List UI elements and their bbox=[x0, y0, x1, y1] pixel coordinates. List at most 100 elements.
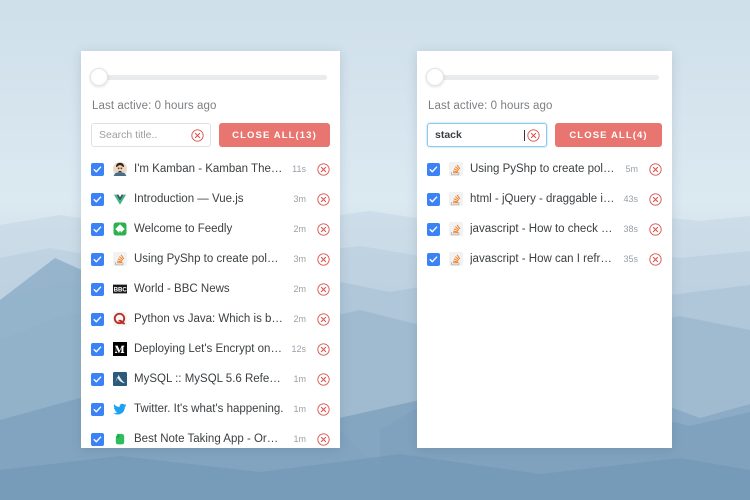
tab-time: 1m bbox=[293, 404, 306, 414]
tab-time: 43s bbox=[623, 194, 638, 204]
tab-row[interactable]: Using PyShp to create polygon s… 5m bbox=[427, 154, 662, 184]
vuejs-icon bbox=[113, 192, 127, 206]
tab-row[interactable]: javascript - How can I refresh a p…35s bbox=[427, 244, 662, 274]
tab-row[interactable]: html - jQuery - draggable images…43s bbox=[427, 184, 662, 214]
close-tab-icon[interactable] bbox=[317, 312, 330, 326]
tab-row[interactable]: Deploying Let's Encrypt on an A…12s bbox=[91, 334, 330, 364]
search-box-right[interactable]: stack bbox=[427, 123, 547, 147]
tab-time: 2m bbox=[293, 314, 306, 324]
clear-search-icon[interactable] bbox=[527, 128, 540, 142]
slider-handle[interactable] bbox=[90, 68, 108, 86]
tab-checkbox[interactable] bbox=[91, 432, 104, 446]
evernote-icon bbox=[113, 432, 127, 446]
tab-title[interactable]: Welcome to Feedly bbox=[134, 223, 289, 235]
tab-checkbox[interactable] bbox=[91, 162, 104, 176]
tab-title[interactable]: Introduction — Vue.js bbox=[134, 193, 289, 205]
tab-time: 2m bbox=[293, 224, 306, 234]
tab-checkbox[interactable] bbox=[427, 162, 440, 176]
tab-row[interactable]: Using PyShp to create polygon s… 3m bbox=[91, 244, 330, 274]
tab-title[interactable]: Deploying Let's Encrypt on an A… bbox=[134, 343, 289, 355]
tab-title[interactable]: Using PyShp to create polygon s… bbox=[134, 253, 289, 265]
tab-checkbox[interactable] bbox=[427, 192, 440, 206]
stackoverflow-icon bbox=[113, 252, 127, 266]
tab-title[interactable]: html - jQuery - draggable images… bbox=[470, 193, 621, 205]
tab-manager-panel-right: Last active: 0 hours ago stack CLOSE ALL… bbox=[417, 51, 672, 448]
search-box-left[interactable]: Search title.. bbox=[91, 123, 211, 147]
tab-row[interactable]: MySQL :: MySQL 5.6 Reference … 1m bbox=[91, 364, 330, 394]
tab-row[interactable]: Best Note Taking App - Organize… 1m bbox=[91, 424, 330, 448]
close-tab-icon[interactable] bbox=[317, 222, 330, 236]
close-tab-icon[interactable] bbox=[317, 342, 330, 356]
tab-checkbox[interactable] bbox=[91, 192, 104, 206]
close-tab-icon[interactable] bbox=[649, 192, 662, 206]
tab-checkbox[interactable] bbox=[91, 402, 104, 416]
controls-row-right: stack CLOSE ALL(4) bbox=[426, 112, 663, 147]
slider-track bbox=[432, 74, 659, 80]
tab-list-left[interactable]: I'm Kamban - Kamban The Maker 11s Introduc… bbox=[90, 154, 331, 448]
tab-checkbox[interactable] bbox=[91, 282, 104, 296]
close-tab-icon[interactable] bbox=[317, 402, 330, 416]
tab-time: 1m bbox=[293, 434, 306, 444]
slider-track bbox=[96, 74, 327, 80]
tab-manager-panel-left: Last active: 0 hours ago Search title.. … bbox=[81, 51, 340, 448]
time-slider-right[interactable] bbox=[426, 68, 663, 86]
tab-row[interactable]: javascript - How to check wheth…38s bbox=[427, 214, 662, 244]
tab-list-right[interactable]: Using PyShp to create polygon s… 5m html -… bbox=[426, 154, 663, 448]
tab-checkbox[interactable] bbox=[427, 222, 440, 236]
svg-text:BBC: BBC bbox=[114, 286, 127, 293]
close-tab-icon[interactable] bbox=[317, 252, 330, 266]
tab-row[interactable]: Welcome to Feedly 2m bbox=[91, 214, 330, 244]
slider-row-left bbox=[90, 51, 331, 91]
tab-row[interactable]: Twitter. It's what's happening. 1m bbox=[91, 394, 330, 424]
slider-row-right bbox=[426, 51, 663, 91]
tab-time: 38s bbox=[623, 224, 638, 234]
close-all-button-right[interactable]: CLOSE ALL(4) bbox=[555, 123, 662, 147]
tab-title[interactable]: javascript - How to check wheth… bbox=[470, 223, 621, 235]
close-tab-icon[interactable] bbox=[649, 222, 662, 236]
medium-icon bbox=[113, 342, 127, 356]
quora-icon bbox=[113, 312, 127, 326]
tab-title[interactable]: javascript - How can I refresh a p… bbox=[470, 253, 621, 265]
tab-title[interactable]: Twitter. It's what's happening. bbox=[134, 403, 289, 415]
tab-row[interactable]: Python vs Java: Which is best? … 2m bbox=[91, 304, 330, 334]
close-tab-icon[interactable] bbox=[317, 432, 330, 446]
close-tab-icon[interactable] bbox=[317, 192, 330, 206]
tab-checkbox[interactable] bbox=[91, 342, 104, 356]
close-tab-icon[interactable] bbox=[649, 162, 662, 176]
tab-checkbox[interactable] bbox=[91, 252, 104, 266]
close-tab-icon[interactable] bbox=[317, 282, 330, 296]
tab-title[interactable]: I'm Kamban - Kamban The Maker bbox=[134, 163, 289, 175]
tab-title[interactable]: Best Note Taking App - Organize… bbox=[134, 433, 289, 445]
tab-checkbox[interactable] bbox=[91, 312, 104, 326]
search-input-right[interactable]: stack bbox=[428, 129, 524, 141]
tab-time: 3m bbox=[293, 194, 306, 204]
tab-checkbox[interactable] bbox=[427, 252, 440, 266]
clear-search-icon[interactable] bbox=[191, 128, 204, 142]
tab-row[interactable]: BBC World - BBC News 2m bbox=[91, 274, 330, 304]
last-active-label: Last active: 0 hours ago bbox=[428, 100, 553, 112]
slider-handle[interactable] bbox=[426, 68, 444, 86]
tab-time: 11s bbox=[292, 164, 306, 174]
tab-title[interactable]: Python vs Java: Which is best? … bbox=[134, 313, 289, 325]
close-tab-icon[interactable] bbox=[317, 162, 330, 176]
mysql-icon bbox=[113, 372, 127, 386]
avatar-icon bbox=[113, 162, 127, 176]
tab-checkbox[interactable] bbox=[91, 372, 104, 386]
tab-row[interactable]: I'm Kamban - Kamban The Maker 11s bbox=[91, 154, 330, 184]
tab-title[interactable]: Using PyShp to create polygon s… bbox=[470, 163, 621, 175]
stackoverflow-icon bbox=[449, 192, 463, 206]
close-all-button-left[interactable]: CLOSE ALL(13) bbox=[219, 123, 330, 147]
close-tab-icon[interactable] bbox=[317, 372, 330, 386]
time-slider-left[interactable] bbox=[90, 68, 331, 86]
text-cursor bbox=[524, 129, 525, 141]
close-tab-icon[interactable] bbox=[649, 252, 662, 266]
last-active-label: Last active: 0 hours ago bbox=[92, 100, 217, 112]
bbc-icon: BBC bbox=[113, 282, 127, 296]
tab-checkbox[interactable] bbox=[91, 222, 104, 236]
tab-row[interactable]: Introduction — Vue.js 3m bbox=[91, 184, 330, 214]
controls-row-left: Search title.. CLOSE ALL(13) bbox=[90, 112, 331, 147]
tab-title[interactable]: World - BBC News bbox=[134, 283, 289, 295]
tab-time: 1m bbox=[293, 374, 306, 384]
search-input-left[interactable]: Search title.. bbox=[92, 129, 191, 141]
tab-title[interactable]: MySQL :: MySQL 5.6 Reference … bbox=[134, 373, 289, 385]
